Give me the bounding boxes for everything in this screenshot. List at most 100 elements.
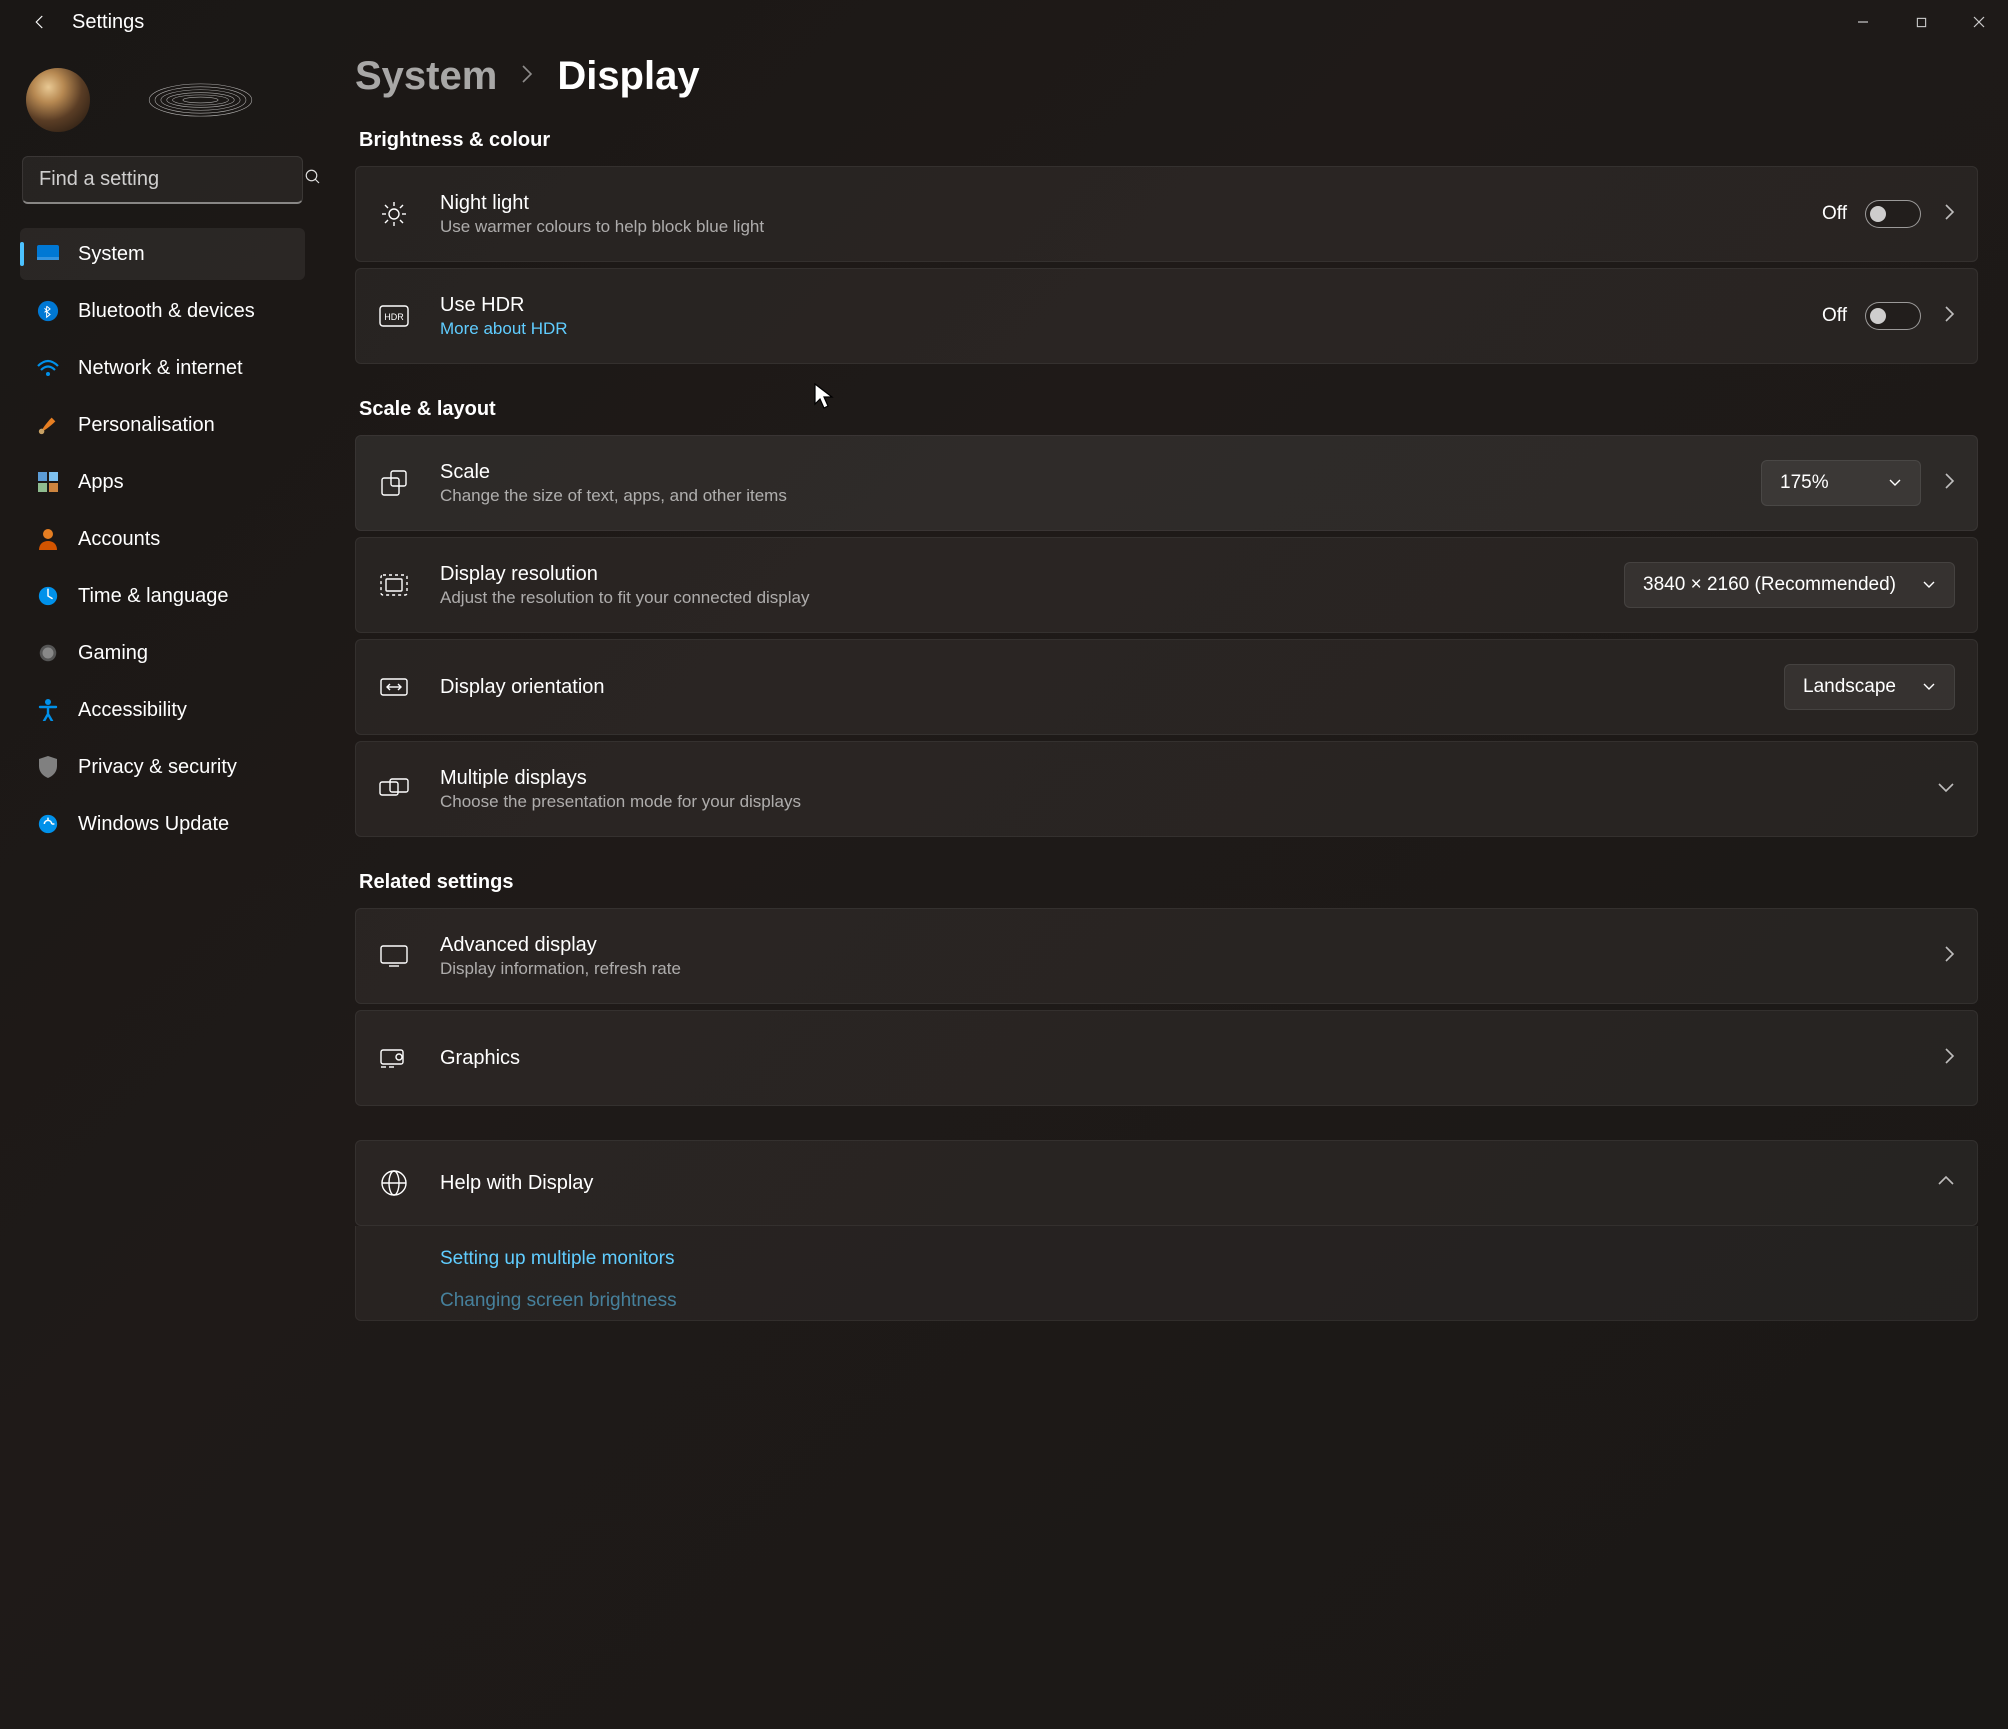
gaming-icon bbox=[36, 641, 60, 665]
card-title: Advanced display bbox=[440, 934, 1921, 957]
chevron-right-icon bbox=[1943, 945, 1955, 968]
section-heading: Brightness & colour bbox=[359, 129, 1974, 152]
svg-text:HDR: HDR bbox=[384, 312, 404, 322]
chevron-right-icon bbox=[1943, 1047, 1955, 1070]
toggle-state-label: Off bbox=[1822, 305, 1847, 327]
row-graphics[interactable]: Graphics bbox=[355, 1010, 1978, 1106]
sidebar-item-bluetooth[interactable]: Bluetooth & devices bbox=[20, 285, 305, 337]
section-heading: Related settings bbox=[359, 871, 1974, 894]
breadcrumb: System Display bbox=[355, 54, 1978, 99]
sidebar-item-personalisation[interactable]: Personalisation bbox=[20, 399, 305, 451]
card-title: Multiple displays bbox=[440, 767, 1915, 790]
chevron-down-icon bbox=[1888, 472, 1902, 494]
profile-area[interactable] bbox=[8, 54, 317, 156]
display-icon bbox=[378, 945, 410, 967]
orientation-icon bbox=[378, 676, 410, 698]
sidebar-item-apps[interactable]: Apps bbox=[20, 456, 305, 508]
hdr-more-link[interactable]: More about HDR bbox=[440, 319, 1822, 339]
sidebar-item-windows-update[interactable]: Windows Update bbox=[20, 798, 305, 850]
help-link-multiple-monitors[interactable]: Setting up multiple monitors bbox=[440, 1248, 1955, 1270]
section-scale: Scale & layout Scale Change the size of … bbox=[355, 398, 1978, 837]
card-subtitle: Choose the presentation mode for your di… bbox=[440, 792, 1915, 812]
card-title: Display resolution bbox=[440, 563, 1624, 586]
shield-icon bbox=[36, 755, 60, 779]
row-multiple-displays[interactable]: Multiple displays Choose the presentatio… bbox=[355, 741, 1978, 837]
sidebar-item-label: Personalisation bbox=[78, 414, 215, 437]
card-title: Use HDR bbox=[440, 294, 1822, 317]
sidebar-item-system[interactable]: System bbox=[20, 228, 305, 280]
sidebar-item-label: System bbox=[78, 243, 145, 266]
apps-icon bbox=[36, 470, 60, 494]
row-hdr[interactable]: HDR Use HDR More about HDR Off bbox=[355, 268, 1978, 364]
dropdown-value: Landscape bbox=[1803, 676, 1896, 698]
row-scale[interactable]: Scale Change the size of text, apps, and… bbox=[355, 435, 1978, 531]
row-night-light[interactable]: Night light Use warmer colours to help b… bbox=[355, 166, 1978, 262]
clock-globe-icon bbox=[36, 584, 60, 608]
night-light-toggle[interactable] bbox=[1865, 200, 1921, 228]
section-help: Help with Display Setting up multiple mo… bbox=[355, 1140, 1978, 1321]
titlebar: Settings bbox=[0, 0, 2008, 44]
chevron-right-icon bbox=[1943, 305, 1955, 328]
person-icon bbox=[36, 527, 60, 551]
scale-icon bbox=[378, 470, 410, 496]
card-subtitle: Adjust the resolution to fit your connec… bbox=[440, 588, 1624, 608]
sidebar-item-label: Network & internet bbox=[78, 357, 243, 380]
sidebar-item-label: Privacy & security bbox=[78, 756, 237, 779]
accessibility-icon bbox=[36, 698, 60, 722]
sidebar-item-label: Time & language bbox=[78, 585, 228, 608]
paintbrush-icon bbox=[36, 413, 60, 437]
back-button[interactable] bbox=[20, 2, 60, 42]
help-link-brightness[interactable]: Changing screen brightness bbox=[440, 1290, 1955, 1312]
sidebar-item-label: Accounts bbox=[78, 528, 160, 551]
row-orientation[interactable]: Display orientation Landscape bbox=[355, 639, 1978, 735]
card-subtitle: Change the size of text, apps, and other… bbox=[440, 486, 1761, 506]
sidebar-item-privacy[interactable]: Privacy & security bbox=[20, 741, 305, 793]
section-heading: Scale & layout bbox=[359, 398, 1974, 421]
chevron-down-icon bbox=[1922, 574, 1936, 596]
maximize-button[interactable] bbox=[1892, 10, 1950, 34]
orientation-dropdown[interactable]: Landscape bbox=[1784, 664, 1955, 710]
multiple-displays-icon bbox=[378, 778, 410, 800]
breadcrumb-current: Display bbox=[557, 54, 699, 99]
row-advanced-display[interactable]: Advanced display Display information, re… bbox=[355, 908, 1978, 1004]
sidebar-item-network[interactable]: Network & internet bbox=[20, 342, 305, 394]
nav: System Bluetooth & devices Network & int… bbox=[8, 222, 317, 856]
search-box[interactable] bbox=[22, 156, 303, 204]
sidebar-item-label: Gaming bbox=[78, 642, 148, 665]
main-content: System Display Brightness & colour Night… bbox=[325, 44, 2008, 1729]
sidebar-item-gaming[interactable]: Gaming bbox=[20, 627, 305, 679]
chevron-down-icon bbox=[1937, 780, 1955, 798]
chevron-right-icon bbox=[1943, 472, 1955, 495]
card-title: Scale bbox=[440, 461, 1761, 484]
hdr-icon: HDR bbox=[378, 305, 410, 327]
settings-window: Settings bbox=[0, 0, 2008, 1729]
sidebar-item-accessibility[interactable]: Accessibility bbox=[20, 684, 305, 736]
help-links-panel: Setting up multiple monitors Changing sc… bbox=[355, 1226, 1978, 1321]
chevron-down-icon bbox=[1922, 676, 1936, 698]
row-help[interactable]: Help with Display bbox=[355, 1140, 1978, 1226]
help-globe-icon bbox=[378, 1170, 410, 1196]
search-input[interactable] bbox=[39, 168, 304, 191]
chevron-up-icon bbox=[1937, 1174, 1955, 1192]
sidebar-item-time-language[interactable]: Time & language bbox=[20, 570, 305, 622]
scale-dropdown[interactable]: 175% bbox=[1761, 460, 1921, 506]
sidebar-item-label: Bluetooth & devices bbox=[78, 300, 255, 323]
username-art bbox=[102, 78, 299, 122]
graphics-icon bbox=[378, 1047, 410, 1069]
hdr-toggle[interactable] bbox=[1865, 302, 1921, 330]
wifi-icon bbox=[36, 356, 60, 380]
window-title: Settings bbox=[72, 11, 144, 34]
row-resolution[interactable]: Display resolution Adjust the resolution… bbox=[355, 537, 1978, 633]
system-icon bbox=[36, 242, 60, 266]
sidebar-item-accounts[interactable]: Accounts bbox=[20, 513, 305, 565]
night-light-icon bbox=[378, 200, 410, 228]
sidebar-item-label: Accessibility bbox=[78, 699, 187, 722]
resolution-icon bbox=[378, 574, 410, 596]
breadcrumb-parent[interactable]: System bbox=[355, 54, 497, 99]
sidebar: System Bluetooth & devices Network & int… bbox=[0, 44, 325, 1729]
close-button[interactable] bbox=[1950, 10, 2008, 34]
card-title: Graphics bbox=[440, 1047, 1921, 1070]
chevron-right-icon bbox=[519, 64, 535, 89]
minimize-button[interactable] bbox=[1834, 10, 1892, 34]
resolution-dropdown[interactable]: 3840 × 2160 (Recommended) bbox=[1624, 562, 1955, 608]
